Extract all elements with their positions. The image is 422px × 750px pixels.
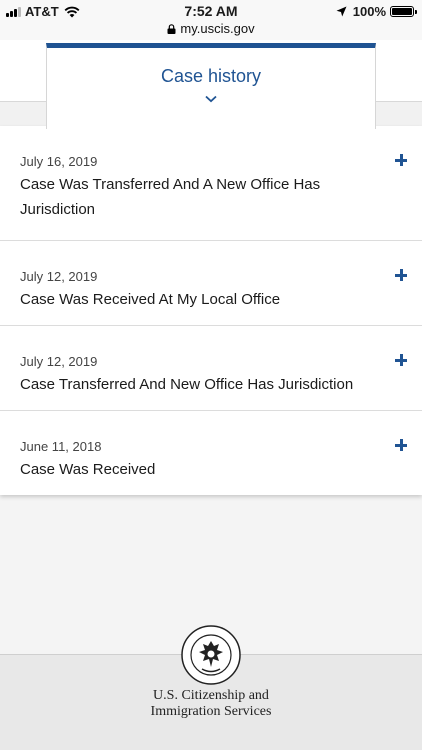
plus-icon[interactable] <box>395 439 407 451</box>
chevron-down-icon[interactable] <box>205 95 217 103</box>
history-entry[interactable]: July 12, 2019 Case Was Received At My Lo… <box>0 241 422 326</box>
history-event: Case Was Transferred And A New Office Ha… <box>20 176 321 218</box>
history-event: Case Transferred And New Office Has Juri… <box>20 376 354 393</box>
lock-icon <box>167 24 176 34</box>
history-date: June 11, 2018 <box>20 439 102 454</box>
history-event: Case Was Received <box>20 461 156 478</box>
tab-title: Case history <box>160 66 262 86</box>
history-entry[interactable]: July 12, 2019 Case Transferred And New O… <box>0 326 422 411</box>
history-date: July 12, 2019 <box>20 269 98 284</box>
agency-line-2: Immigration Services <box>150 704 272 719</box>
plus-icon[interactable] <box>395 154 407 166</box>
case-history-list: July 16, 2019 Case Was Transferred And A… <box>0 126 422 495</box>
history-entry[interactable]: July 16, 2019 Case Was Transferred And A… <box>0 126 422 241</box>
agency-line-1: U.S. Citizenship and <box>153 688 269 703</box>
agency-name: U.S. Citizenship and Immigration Service… <box>0 688 422 720</box>
tab-case-history[interactable]: Case history <box>46 43 376 129</box>
url-text: my.uscis.gov <box>180 21 255 36</box>
status-bar: AT&T 7:52 AM my.uscis.gov 100% <box>0 0 422 40</box>
battery-icon <box>390 6 417 17</box>
location-icon <box>336 6 347 17</box>
plus-icon[interactable] <box>395 354 407 366</box>
history-event: Case Was Received At My Local Office <box>20 291 281 308</box>
plus-icon[interactable] <box>395 269 407 281</box>
status-right: 100% <box>336 4 417 19</box>
history-date: July 12, 2019 <box>20 354 98 369</box>
address-bar[interactable]: my.uscis.gov <box>0 21 422 36</box>
dhs-seal-icon <box>181 625 241 685</box>
battery-percent: 100% <box>352 4 386 19</box>
history-entry[interactable]: June 11, 2018 Case Was Received <box>0 411 422 495</box>
history-date: July 16, 2019 <box>20 154 98 169</box>
